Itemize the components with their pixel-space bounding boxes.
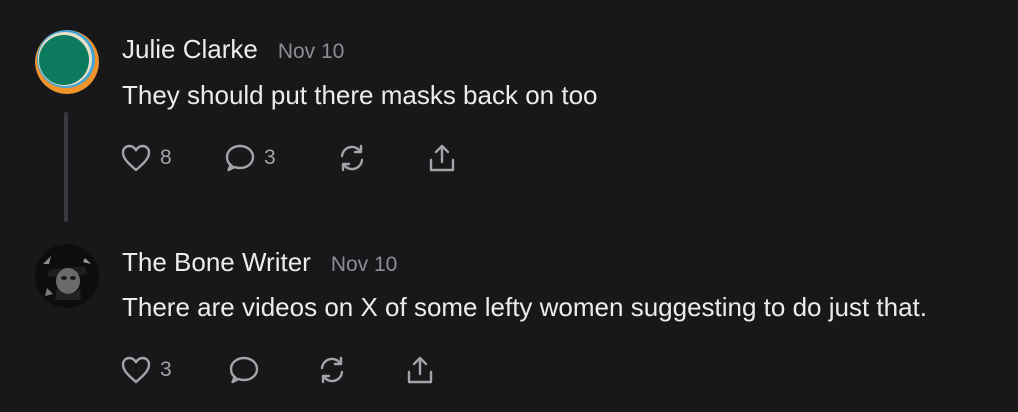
comment-header: Julie Clarke Nov 10 <box>122 34 344 65</box>
share-icon <box>407 356 433 384</box>
restack-button[interactable] <box>336 141 368 175</box>
avatar[interactable] <box>35 30 99 94</box>
share-icon <box>429 144 455 172</box>
speech-bubble-icon <box>225 144 255 172</box>
black-and-white-photo-avatar-icon <box>35 244 99 308</box>
reply-button[interactable]: 3 <box>224 141 276 175</box>
heart-icon <box>121 356 151 384</box>
comment-header: The Bone Writer Nov 10 <box>122 247 397 278</box>
comment-date[interactable]: Nov 10 <box>331 253 398 277</box>
share-button[interactable] <box>426 141 458 175</box>
like-button[interactable]: 8 <box>120 141 172 175</box>
heart-icon <box>121 144 151 172</box>
author-name[interactable]: The Bone Writer <box>122 247 311 278</box>
like-button[interactable]: 3 <box>120 353 172 387</box>
author-name[interactable]: Julie Clarke <box>122 34 258 65</box>
refresh-icon <box>320 356 344 384</box>
reply-button[interactable] <box>228 353 260 387</box>
refresh-icon <box>340 144 364 172</box>
like-count: 3 <box>160 358 172 381</box>
restack-button[interactable] <box>316 353 348 387</box>
comment-text: There are videos on X of some lefty wome… <box>122 292 927 322</box>
thread-line <box>64 112 68 222</box>
comment-text: They should put there masks back on too <box>122 80 598 110</box>
share-button[interactable] <box>404 353 436 387</box>
avatar[interactable] <box>35 244 99 308</box>
like-count: 8 <box>160 146 172 169</box>
speech-bubble-icon <box>229 356 259 384</box>
colorful-circle-avatar-icon <box>35 30 99 94</box>
comment-date[interactable]: Nov 10 <box>278 40 345 64</box>
reply-count: 3 <box>264 146 276 169</box>
